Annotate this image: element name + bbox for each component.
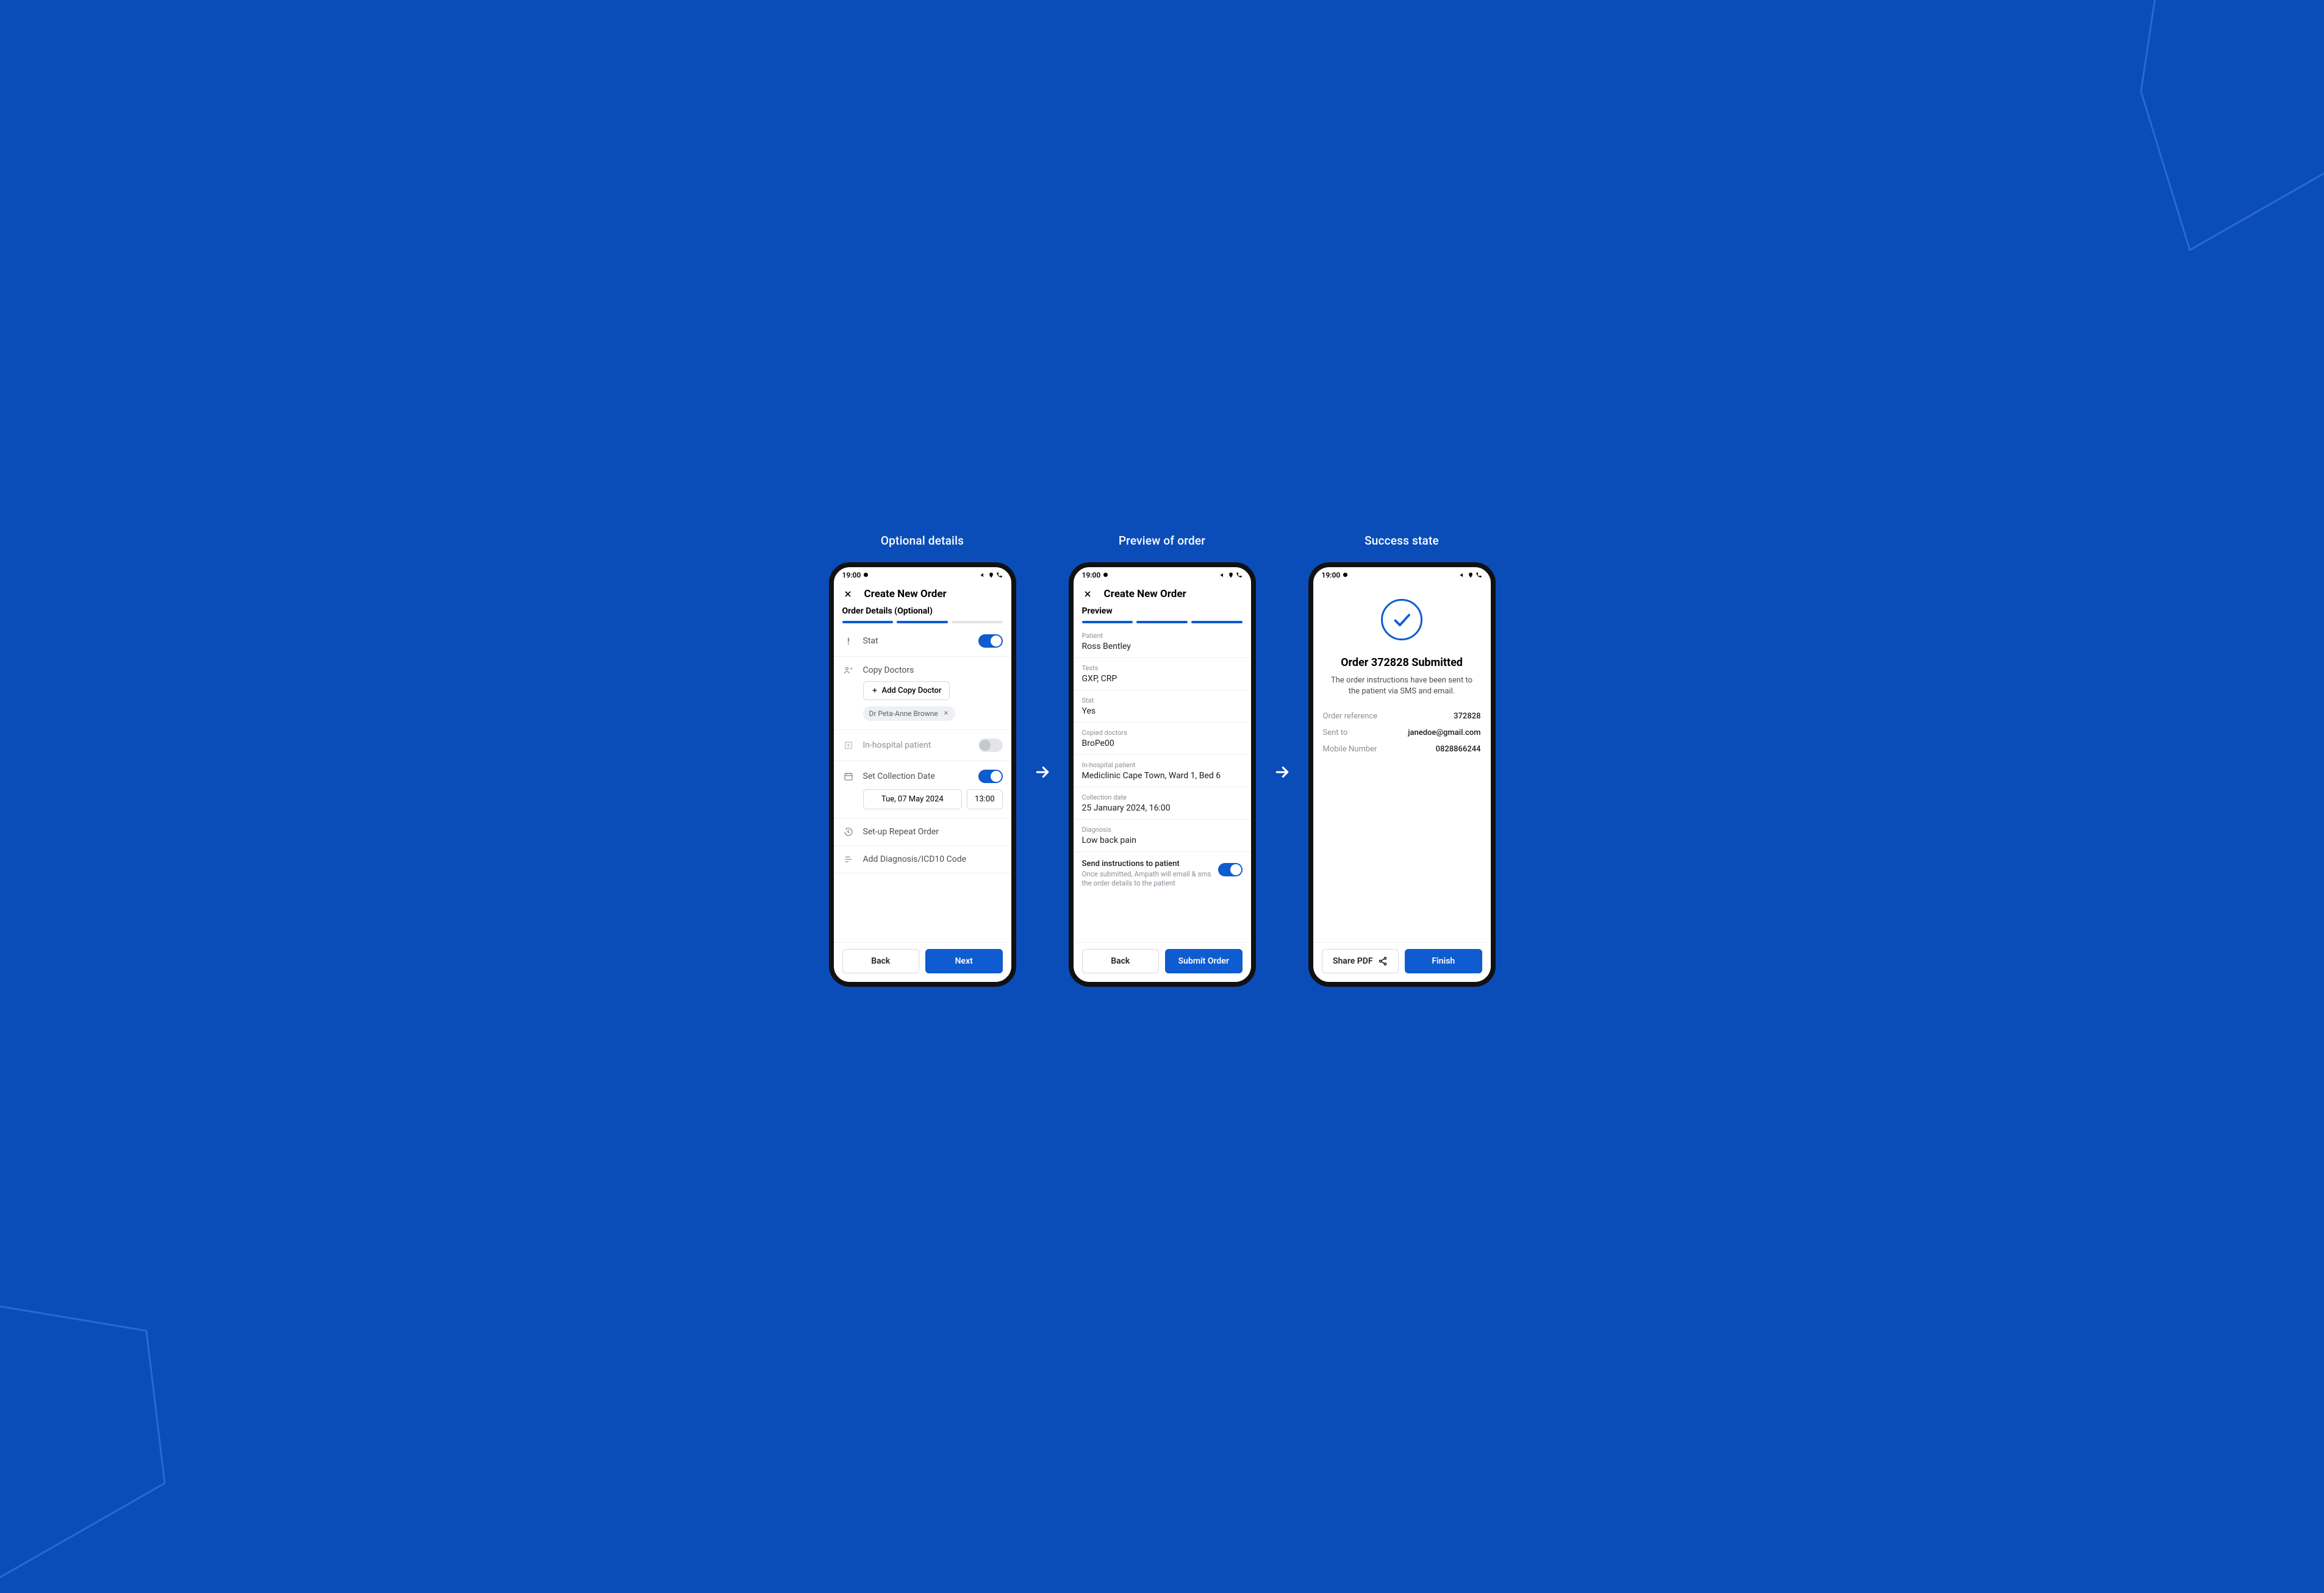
stat-label: Stat [863, 636, 970, 646]
collection-time-field[interactable]: 13:00 [967, 789, 1002, 809]
preview-row-tests: TestsGXP, CRP [1074, 658, 1251, 690]
status-time: 19:00 [842, 571, 861, 579]
chip-remove-icon[interactable] [943, 709, 949, 718]
people-icon [842, 665, 855, 675]
add-diagnosis-label[interactable]: Add Diagnosis/ICD10 Code [863, 854, 1003, 864]
doctor-chip-label: Dr Peta-Anne Browne [869, 709, 938, 718]
hospital-icon [842, 740, 855, 750]
submit-order-button[interactable]: Submit Order [1165, 949, 1243, 973]
add-copy-doctor-button[interactable]: Add Copy Doctor [863, 681, 950, 700]
kv-order-ref: Order reference372828 [1322, 708, 1482, 725]
collection-date-label: Set Collection Date [863, 771, 970, 781]
copy-doctors-label: Copy Doctors [863, 665, 1003, 675]
check-circle-icon [1381, 599, 1422, 640]
section-title: Order Details (Optional) [834, 606, 1011, 621]
status-icons [1460, 571, 1482, 578]
status-time: 19:00 [1322, 571, 1341, 579]
status-dot-icon [864, 573, 868, 577]
volume-icon [980, 572, 986, 578]
preview-row-diagnosis: DiagnosisLow back pain [1074, 820, 1251, 852]
in-hospital-toggle[interactable] [978, 739, 1003, 752]
calendar-icon [842, 771, 855, 781]
kv-sent-to: Sent tojanedoe@gmail.com [1322, 725, 1482, 741]
share-pdf-button[interactable]: Share PDF [1322, 949, 1399, 973]
success-subtitle: The order instructions have been sent to… [1322, 675, 1482, 697]
arrow-icon [1273, 763, 1291, 781]
phone-icon [996, 571, 1003, 578]
share-pdf-label: Share PDF [1333, 956, 1373, 966]
preview-row-stat: StatYes [1074, 690, 1251, 723]
progress-bar [1074, 621, 1251, 626]
phone-success: 19:00 Order 372828 Submitted The order i… [1308, 562, 1496, 987]
stat-toggle[interactable] [978, 634, 1003, 648]
doctor-chip: Dr Peta-Anne Browne [863, 706, 955, 721]
preview-row-hospital: In-hospital patientMediclinic Cape Town,… [1074, 755, 1251, 787]
collection-date-field[interactable]: Tue, 07 May 2024 [863, 789, 963, 809]
in-hospital-label: In-hospital patient [863, 740, 970, 750]
send-instructions-toggle[interactable] [1218, 863, 1243, 876]
kv-mobile: Mobile Number0828866244 [1322, 741, 1482, 757]
list-icon [842, 854, 855, 864]
status-bar: 19:00 [1074, 567, 1251, 583]
back-button[interactable]: Back [842, 949, 920, 973]
status-dot-icon [1343, 573, 1347, 577]
page-title: Create New Order [1104, 588, 1186, 600]
column-title-optional: Optional details [881, 534, 964, 548]
send-instructions-sub: Once submitted, Ampath will email & sms … [1082, 870, 1212, 889]
collection-date-toggle[interactable] [978, 770, 1003, 783]
preview-row-patient: PatientRoss Bentley [1074, 626, 1251, 658]
status-dot-icon [1103, 573, 1108, 577]
finish-button[interactable]: Finish [1405, 949, 1482, 973]
status-icons [980, 571, 1003, 578]
close-icon[interactable] [1082, 589, 1093, 600]
progress-bar [834, 621, 1011, 626]
preview-row-collection: Collection date25 January 2024, 16:00 [1074, 787, 1251, 820]
repeat-order-label[interactable]: Set-up Repeat Order [863, 827, 1003, 837]
success-title: Order 372828 Submitted [1341, 656, 1463, 669]
section-title: Preview [1074, 606, 1251, 621]
priority-icon [842, 636, 855, 646]
phone-optional-details: 19:00 Create New Order Order Details (Op… [829, 562, 1016, 987]
arrow-icon [1033, 763, 1052, 781]
add-copy-doctor-label: Add Copy Doctor [882, 686, 942, 695]
column-title-preview: Preview of order [1119, 534, 1205, 548]
next-button[interactable]: Next [925, 949, 1003, 973]
send-instructions-title: Send instructions to patient [1082, 859, 1212, 868]
status-bar: 19:00 [834, 567, 1011, 583]
share-icon [1378, 956, 1388, 966]
preview-row-copied: Copied doctorsBroPe00 [1074, 723, 1251, 755]
phone-preview: 19:00 Create New Order Preview PatientRo… [1069, 562, 1256, 987]
status-bar: 19:00 [1313, 567, 1491, 583]
back-button[interactable]: Back [1082, 949, 1160, 973]
page-title: Create New Order [864, 588, 947, 600]
status-time: 19:00 [1082, 571, 1101, 579]
column-title-success: Success state [1365, 534, 1439, 548]
location-icon [988, 572, 994, 578]
repeat-icon [842, 827, 855, 837]
close-icon[interactable] [842, 589, 853, 600]
status-icons [1220, 571, 1243, 578]
